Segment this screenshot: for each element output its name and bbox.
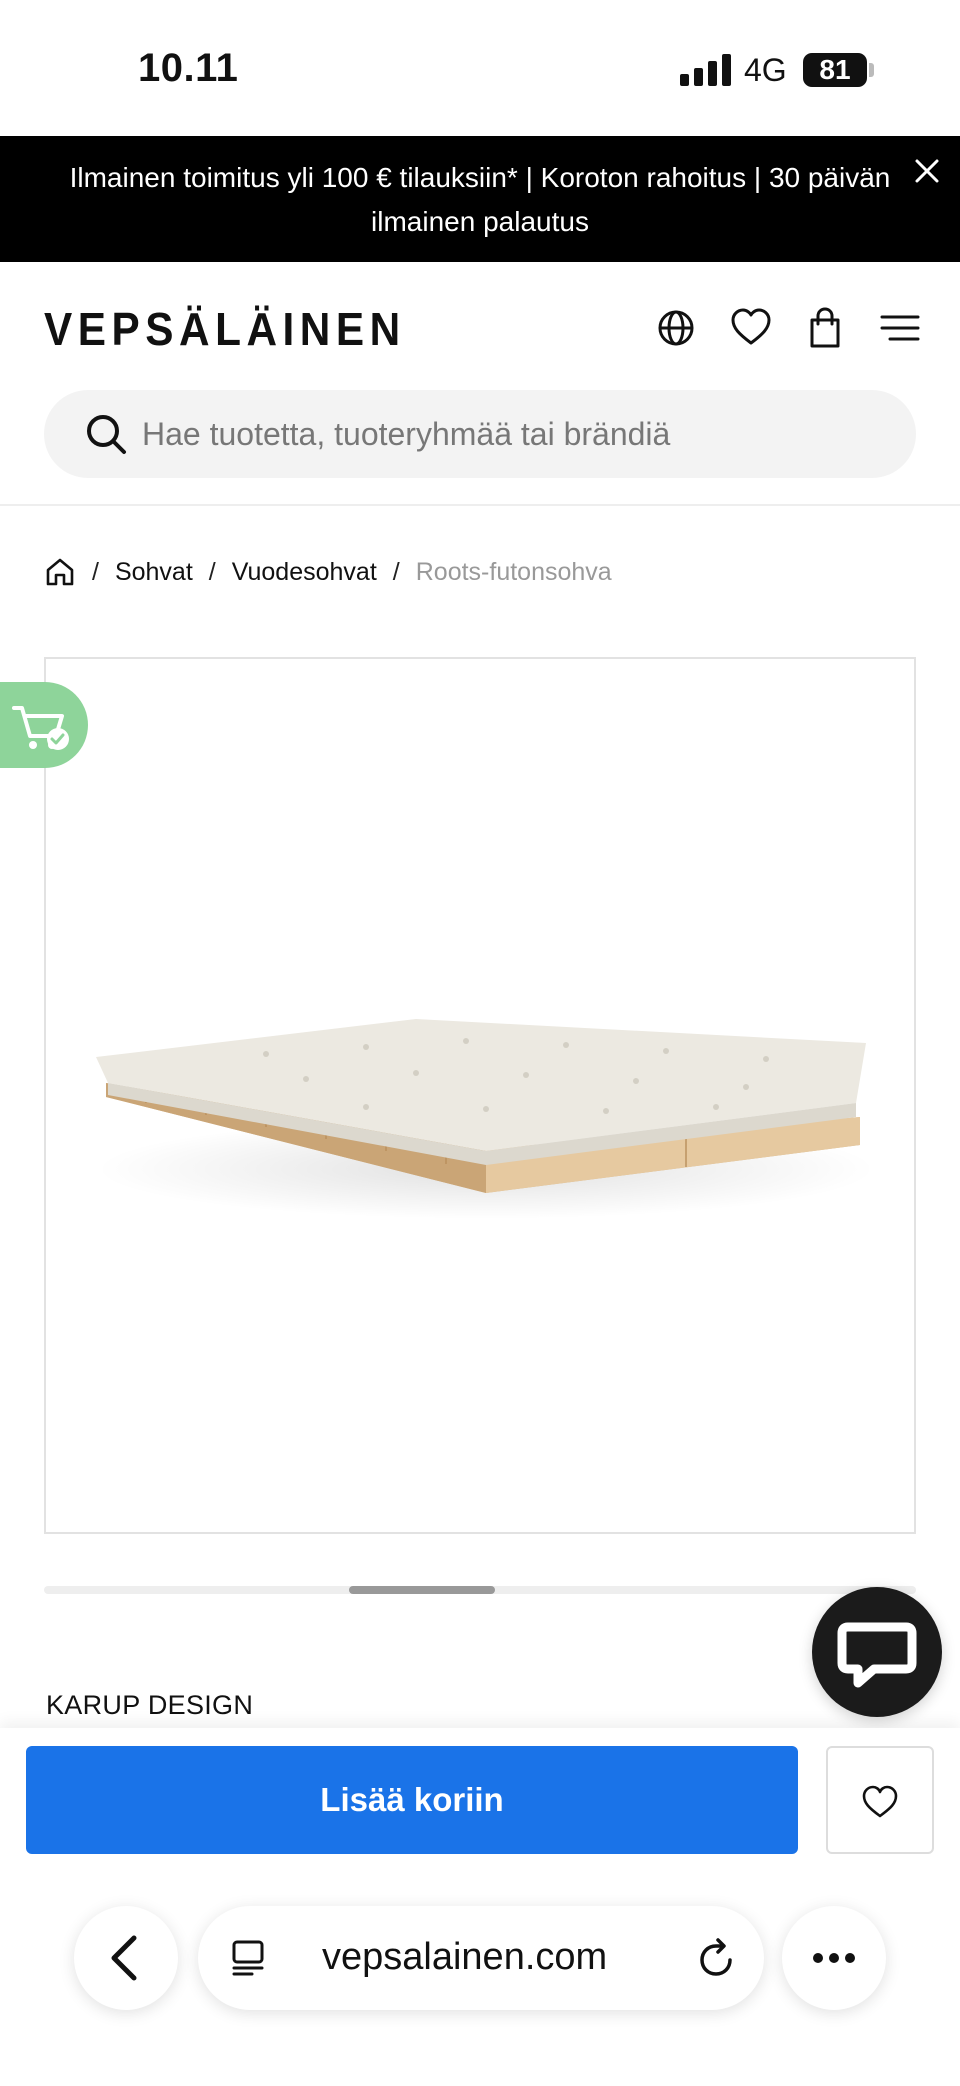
gallery-scroll-thumb[interactable] bbox=[349, 1586, 495, 1594]
promo-text: Ilmainen toimitus yli 100 € tilauksiin* … bbox=[69, 162, 891, 237]
gallery-scrollbar[interactable] bbox=[44, 1586, 916, 1594]
back-button[interactable] bbox=[74, 1906, 178, 2010]
menu-icon[interactable] bbox=[878, 306, 922, 350]
chat-button[interactable] bbox=[812, 1587, 942, 1717]
breadcrumb-link-vuodesohvat[interactable]: Vuodesohvat bbox=[232, 558, 377, 587]
more-icon bbox=[813, 1953, 855, 1963]
chat-icon bbox=[837, 1622, 917, 1688]
status-bar: 10.11 4G 81 bbox=[0, 0, 960, 136]
breadcrumb: / Sohvat / Vuodesohvat / Roots-futonsohv… bbox=[44, 554, 612, 590]
product-gallery[interactable] bbox=[44, 657, 916, 1534]
url-text: vepsalainen.com bbox=[322, 1936, 608, 1978]
breadcrumb-separator: / bbox=[208, 557, 216, 586]
breadcrumb-separator: / bbox=[392, 557, 400, 586]
product-image bbox=[96, 1019, 876, 1219]
site-header: VEPSÄLÄINEN bbox=[0, 262, 960, 506]
network-label: 4G bbox=[744, 52, 787, 88]
globe-icon[interactable] bbox=[654, 306, 698, 350]
heart-icon[interactable] bbox=[729, 306, 773, 350]
more-options-button[interactable] bbox=[782, 1906, 886, 2010]
cart-check-icon bbox=[12, 706, 69, 750]
add-to-cart-button[interactable]: Lisää koriin bbox=[26, 1746, 798, 1854]
reload-icon[interactable] bbox=[694, 1936, 738, 1980]
breadcrumb-separator: / bbox=[92, 557, 99, 586]
chevron-left-icon bbox=[111, 1935, 137, 1981]
wishlist-button[interactable] bbox=[826, 1746, 934, 1854]
address-bar[interactable]: vepsalainen.com bbox=[198, 1906, 764, 2010]
tab-overview-icon[interactable] bbox=[226, 1936, 270, 1980]
browser-toolbar: vepsalainen.com bbox=[0, 1868, 960, 2086]
promo-banner: Ilmainen toimitus yli 100 € tilauksiin* … bbox=[0, 136, 960, 262]
heart-icon bbox=[862, 1785, 898, 1818]
home-icon[interactable] bbox=[44, 556, 76, 588]
signal-icon bbox=[680, 54, 731, 86]
product-brand[interactable]: KARUP DESIGN bbox=[46, 1690, 253, 1721]
shopping-bag-icon[interactable] bbox=[803, 306, 847, 350]
cart-status-badge[interactable] bbox=[0, 682, 88, 768]
add-to-cart-bar: Lisää koriin bbox=[0, 1728, 960, 1868]
status-time: 10.11 bbox=[138, 46, 239, 90]
battery-nub bbox=[869, 63, 874, 77]
search-bar[interactable] bbox=[44, 390, 916, 478]
search-icon bbox=[87, 415, 126, 454]
close-icon[interactable] bbox=[912, 156, 942, 186]
breadcrumb-link-sohvat[interactable]: Sohvat bbox=[115, 558, 193, 587]
battery-icon: 81 bbox=[803, 53, 867, 87]
search-input[interactable] bbox=[142, 390, 882, 478]
site-logo[interactable]: VEPSÄLÄINEN bbox=[44, 302, 406, 356]
breadcrumb-current: Roots-futonsohva bbox=[415, 557, 612, 586]
